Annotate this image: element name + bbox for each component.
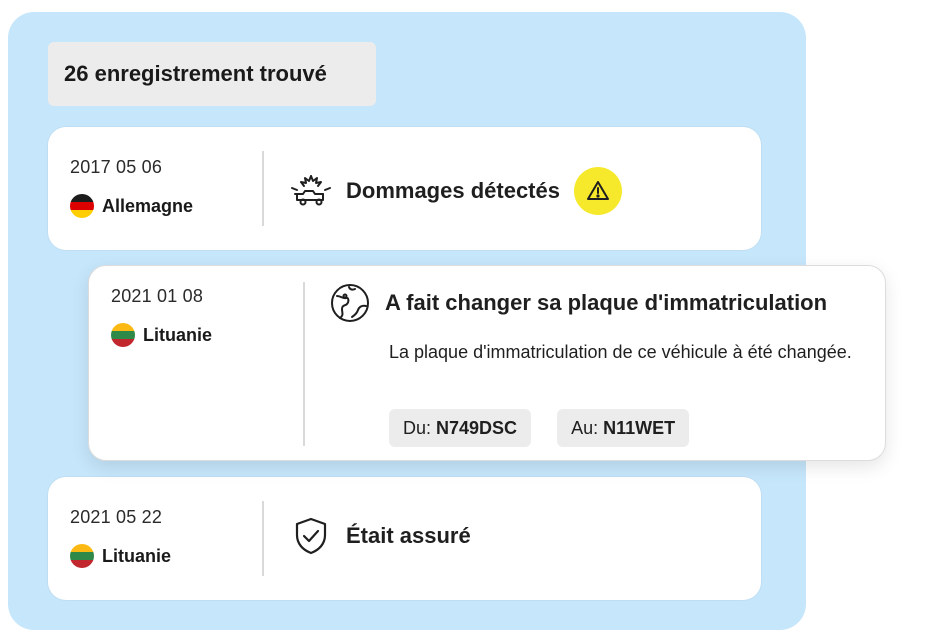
card-divider xyxy=(262,151,264,226)
event-description: La plaque d'immatriculation de ce véhicu… xyxy=(389,342,852,362)
warning-icon xyxy=(586,181,609,200)
event-title: Dommages détectés xyxy=(346,178,560,203)
history-record-card[interactable]: 2017 05 06 Allemagne Dommages détectés xyxy=(48,127,761,250)
germany-flag-icon xyxy=(70,194,94,218)
record-meta: 2017 05 06 Allemagne xyxy=(70,157,193,218)
record-date: 2021 05 22 xyxy=(70,507,163,527)
record-country: Allemagne xyxy=(70,194,193,218)
event-title: Était assuré xyxy=(346,523,471,548)
new-plate-value: N11WET xyxy=(603,417,676,438)
record-date: 2017 05 06 xyxy=(70,157,163,177)
globe-location-icon xyxy=(329,282,371,324)
record-date: 2021 01 08 xyxy=(111,286,204,306)
record-event: Dommages détectés xyxy=(290,167,622,215)
record-event: A fait changer sa plaque d'immatriculati… xyxy=(329,282,827,324)
old-plate-chip: Du: N749DSC xyxy=(389,409,532,447)
card-divider xyxy=(303,282,305,446)
record-meta: 2021 05 22 Lituanie xyxy=(70,507,171,568)
new-plate-label: Au: xyxy=(571,417,599,438)
history-record-card[interactable]: 2021 05 22 Lituanie Était assuré xyxy=(48,477,761,600)
record-event: Était assuré xyxy=(290,515,471,557)
plate-change-chips: Du: N749DSC Au: N11WET xyxy=(389,409,690,447)
country-name: Allemagne xyxy=(102,195,194,216)
car-crash-icon xyxy=(290,170,332,212)
country-name: Lituanie xyxy=(102,545,172,566)
old-plate-label: Du: xyxy=(403,417,432,438)
shield-check-icon xyxy=(290,515,332,557)
lithuania-flag-icon xyxy=(70,544,94,568)
records-count-label: 26 enregistrement trouvé xyxy=(64,61,327,86)
vehicle-history-view: 26 enregistrement trouvé 2017 05 06 Alle… xyxy=(0,0,936,640)
warning-badge[interactable] xyxy=(573,167,622,215)
card-divider xyxy=(262,501,264,576)
event-title: A fait changer sa plaque d'immatriculati… xyxy=(385,290,828,315)
lithuania-flag-icon xyxy=(111,323,135,347)
old-plate-value: N749DSC xyxy=(436,417,518,438)
history-record-card[interactable]: 2021 01 08 Lituanie A fait changer sa pl… xyxy=(88,265,886,461)
new-plate-chip: Au: N11WET xyxy=(557,409,690,447)
record-country: Lituanie xyxy=(70,544,171,568)
record-meta: 2021 01 08 Lituanie xyxy=(111,286,212,347)
record-country: Lituanie xyxy=(111,323,212,347)
records-count-badge: 26 enregistrement trouvé xyxy=(48,42,376,106)
country-name: Lituanie xyxy=(143,324,213,345)
